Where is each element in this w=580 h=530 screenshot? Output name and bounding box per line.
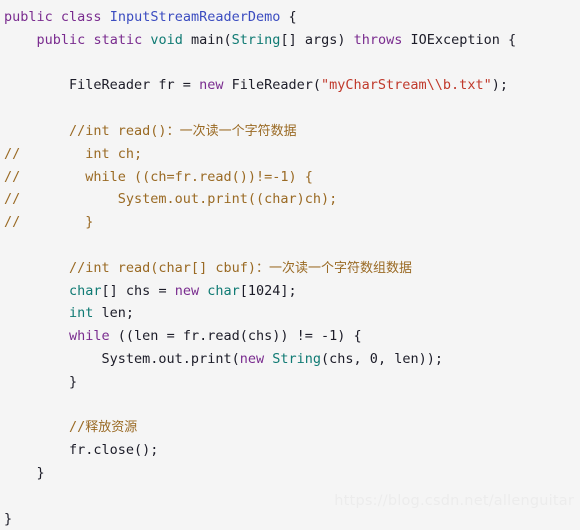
code-token-plain: ];	[280, 282, 297, 299]
code-token-comment: ：一次读一个字符数据	[166, 123, 297, 139]
code-line: System.out.print(new String(chs, 0, len)…	[0, 348, 580, 371]
code-token-keyword: static	[93, 31, 143, 48]
code-line: // while ((ch=fr.read())!=-1) {	[0, 166, 580, 189]
code-token-type: char	[207, 282, 240, 299]
code-line: fr.close();	[0, 439, 580, 462]
code-line: //释放资源	[0, 416, 580, 439]
code-line: //int read(char[] cbuf)：一次读一个字符数组数据	[0, 257, 580, 280]
code-token-keyword: new	[239, 350, 265, 367]
code-token-keyword: while	[69, 328, 110, 345]
code-line: while ((len = fr.read(chs)) != -1) {	[0, 325, 580, 348]
code-line: }	[0, 508, 580, 530]
code-token-plain: len;	[93, 305, 135, 322]
code-token-plain: ) {	[337, 328, 362, 345]
code-token-string: "myCharStream\\b.txt"	[321, 77, 492, 94]
code-token-plain: System.out.print(	[4, 350, 240, 367]
code-token-keyword: new	[174, 282, 200, 299]
code-line: FileReader fr = new FileReader("myCharSt…	[0, 74, 580, 97]
code-token-plain: (chs,	[321, 350, 370, 367]
code-token-plain: fr.close();	[4, 442, 159, 459]
code-token-comment: //	[4, 419, 86, 436]
code-token-comment: //int read(char[] cbuf)	[4, 259, 256, 276]
code-token-number: 0	[369, 350, 378, 367]
code-line: public static void main(String[] args) t…	[0, 29, 580, 52]
code-line: }	[0, 371, 580, 394]
code-token-keyword: class	[60, 9, 102, 25]
code-token-plain: }	[4, 510, 13, 527]
code-token-plain: FileReader(	[223, 77, 322, 94]
code-token-comment: // while ((ch=fr.read())!=-1) {	[4, 168, 313, 185]
code-line: char[] chs = new char[1024];	[0, 280, 580, 303]
code-token-plain: }	[4, 464, 45, 481]
code-token-keyword: new	[199, 77, 224, 94]
code-token-plain: [	[239, 282, 248, 299]
code-token-plain: ((len = fr.read(chs)) != -	[109, 328, 330, 345]
code-line: // int ch;	[0, 143, 580, 166]
code-line: int len;	[0, 302, 580, 325]
code-token-plain: );	[491, 77, 508, 94]
code-token-comment: // }	[4, 214, 94, 231]
code-line: }	[0, 462, 580, 485]
code-line: public class InputStreamReaderDemo {	[0, 6, 580, 29]
code-token-keyword: public	[36, 31, 86, 48]
code-token-plain: , len));	[377, 350, 443, 367]
code-line: // System.out.print((char)ch);	[0, 188, 580, 211]
code-token-type: char	[69, 282, 102, 299]
code-line: //int read()：一次读一个字符数据	[0, 120, 580, 143]
code-token-comment: // int ch;	[4, 145, 143, 162]
code-token-classname: InputStreamReaderDemo	[109, 9, 281, 25]
code-token-plain: [] args)	[280, 31, 354, 48]
code-token-comment: ：一次读一个字符数组数据	[255, 260, 412, 276]
code-token-number: 1024	[247, 282, 281, 299]
code-token-plain: }	[4, 373, 78, 390]
code-token-plain: FileReader fr =	[4, 77, 200, 94]
code-token-plain: IOException {	[402, 31, 517, 48]
code-token-type: void	[150, 31, 183, 48]
code-token-plain: main(	[182, 31, 232, 48]
code-token-keyword: throws	[353, 31, 403, 48]
code-token-plain: {	[280, 9, 297, 25]
code-token-comment: 释放资源	[85, 420, 138, 436]
code-token-type: int	[69, 305, 94, 322]
code-token-comment: // System.out.print((char)ch);	[4, 191, 338, 208]
code-line-list: public class InputStreamReaderDemo { pub…	[0, 6, 580, 530]
code-token-keyword: public	[4, 9, 53, 25]
watermark-text: https://blog.csdn.net/allenguitar	[334, 493, 574, 509]
code-token-type: String	[231, 31, 281, 48]
code-token-plain: [] chs =	[101, 282, 175, 299]
code-token-comment: //int read()	[4, 122, 167, 139]
code-viewer[interactable]: public class InputStreamReaderDemo { pub…	[0, 0, 580, 527]
code-token-type: String	[272, 350, 322, 367]
code-line: // }	[0, 211, 580, 234]
